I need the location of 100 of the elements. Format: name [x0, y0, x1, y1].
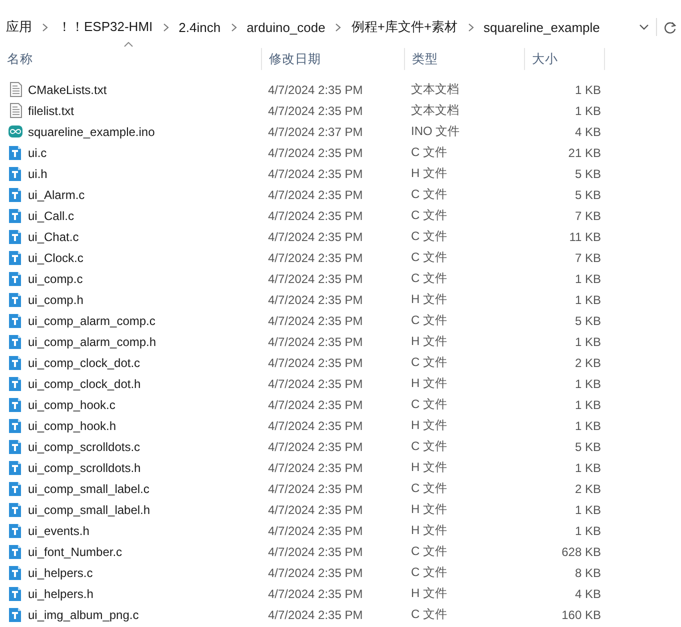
file-type: H 文件	[410, 375, 448, 392]
file-size: 7 KB	[574, 250, 601, 264]
file-name[interactable]: ui_comp_clock_dot.h	[28, 376, 141, 390]
source-file-icon	[9, 439, 22, 454]
modified-date: 4/7/2024 2:35 PM	[267, 250, 364, 264]
file-name[interactable]: ui_comp_alarm_comp.h	[28, 334, 156, 348]
column-header[interactable]: 类型	[405, 48, 525, 70]
file-name[interactable]: ui_comp_clock_dot.c	[28, 356, 140, 370]
file-size: 21 KB	[567, 146, 601, 160]
file-name[interactable]: ui_Alarm.c	[28, 188, 85, 202]
file-size: 1 KB	[574, 104, 601, 118]
source-file-icon	[9, 397, 22, 412]
dropdown-icon[interactable]	[639, 24, 649, 30]
file-size: 5 KB	[574, 188, 601, 202]
file-name[interactable]: ui_comp_scrolldots.h	[28, 460, 141, 474]
file-name[interactable]: ui_comp_small_label.h	[28, 502, 150, 516]
file-name[interactable]: ui_Chat.c	[28, 230, 79, 244]
file-name[interactable]: ui_comp.c	[28, 272, 83, 286]
modified-date: 4/7/2024 2:35 PM	[267, 566, 364, 580]
file-type: C 文件	[410, 564, 448, 581]
file-name[interactable]: ui_Clock.c	[28, 250, 84, 264]
file-size: 2 KB	[574, 356, 601, 370]
source-file-icon	[9, 607, 22, 622]
source-file-icon	[9, 166, 22, 181]
modified-date: 4/7/2024 2:35 PM	[267, 104, 364, 118]
source-file-icon	[9, 565, 22, 580]
file-size: 1 KB	[574, 398, 601, 412]
modified-date: 4/7/2024 2:35 PM	[267, 482, 364, 496]
source-file-icon	[9, 229, 22, 244]
breadcrumb-item[interactable]: ！！ESP32-HMI	[57, 18, 154, 36]
file-size: 628 KB	[560, 544, 601, 558]
modified-date: 4/7/2024 2:35 PM	[267, 146, 364, 160]
file-type: C 文件	[410, 480, 448, 497]
source-file-icon	[9, 418, 22, 433]
source-file-icon	[9, 544, 22, 559]
file-name[interactable]: ui_events.h	[28, 524, 90, 538]
file-name[interactable]: ui_img_album_png.c	[28, 608, 139, 622]
chevron-icon	[162, 22, 169, 32]
modified-date: 4/7/2024 2:35 PM	[267, 292, 364, 306]
modified-date: 4/7/2024 2:35 PM	[267, 272, 364, 286]
file-name[interactable]: ui_Call.c	[28, 208, 74, 222]
file-name[interactable]: filelist.txt	[28, 104, 74, 118]
modified-date: 4/7/2024 2:35 PM	[267, 230, 364, 244]
modified-date: 4/7/2024 2:35 PM	[267, 334, 364, 348]
modified-date: 4/7/2024 2:35 PM	[267, 356, 364, 370]
file-size: 1 KB	[574, 82, 601, 96]
column-header[interactable]: 名称	[0, 48, 262, 70]
modified-date: 4/7/2024 2:35 PM	[267, 418, 364, 432]
column-header[interactable]: 大小	[525, 48, 605, 70]
source-file-icon	[9, 376, 22, 391]
chevron-icon	[468, 22, 474, 32]
modified-date: 4/7/2024 2:35 PM	[267, 376, 364, 390]
file-type: H 文件	[410, 165, 448, 182]
file-name[interactable]: ui_comp.h	[28, 292, 84, 306]
file-type: 文本文档	[410, 81, 460, 98]
file-name[interactable]: ui_comp_hook.c	[28, 398, 116, 412]
modified-date: 4/7/2024 2:35 PM	[267, 502, 364, 516]
file-type: H 文件	[410, 585, 448, 602]
column-header[interactable]: 修改日期	[262, 48, 405, 70]
file-name[interactable]: ui.h	[28, 166, 48, 180]
file-size: 1 KB	[574, 292, 601, 306]
source-file-icon	[9, 355, 22, 370]
breadcrumb-item[interactable]: 例程+库文件+素材	[350, 18, 459, 36]
breadcrumb-item[interactable]: squareline_example	[482, 20, 601, 34]
file-size: 1 KB	[574, 418, 601, 432]
file-type: C 文件	[410, 312, 448, 329]
source-file-icon	[9, 586, 22, 601]
file-name[interactable]: ui.c	[28, 146, 47, 160]
file-name[interactable]: ui_comp_hook.h	[28, 418, 116, 432]
file-type: C 文件	[410, 354, 448, 371]
breadcrumb-item[interactable]: 应用	[5, 18, 33, 36]
refresh-icon[interactable]	[664, 20, 677, 34]
source-file-icon	[9, 271, 22, 286]
modified-date: 4/7/2024 2:35 PM	[267, 208, 364, 222]
modified-date: 4/7/2024 2:35 PM	[267, 166, 364, 180]
file-name[interactable]: ui_helpers.c	[28, 566, 93, 580]
file-type: C 文件	[410, 606, 448, 623]
modified-date: 4/7/2024 2:35 PM	[267, 398, 364, 412]
chevron-icon	[42, 22, 48, 32]
breadcrumb-item[interactable]: 2.4inch	[178, 20, 222, 34]
source-file-icon	[9, 502, 22, 517]
file-name[interactable]: squareline_example.ino	[28, 124, 155, 138]
source-file-icon	[9, 187, 22, 202]
file-type: C 文件	[410, 438, 448, 455]
source-file-icon	[9, 481, 22, 496]
file-size: 8 KB	[574, 566, 601, 580]
file-type: C 文件	[410, 249, 448, 266]
file-type: C 文件	[410, 543, 448, 560]
breadcrumb-item[interactable]: arduino_code	[246, 20, 326, 34]
file-name[interactable]: CMakeLists.txt	[28, 82, 107, 96]
source-file-icon	[9, 313, 22, 328]
file-name[interactable]: ui_font_Number.c	[28, 544, 122, 558]
source-file-icon	[9, 523, 22, 538]
file-name[interactable]: ui_comp_alarm_comp.c	[28, 314, 156, 328]
modified-date: 4/7/2024 2:35 PM	[267, 440, 364, 454]
file-name[interactable]: ui_comp_small_label.c	[28, 482, 150, 496]
file-name[interactable]: ui_helpers.h	[28, 586, 94, 600]
file-type: H 文件	[410, 291, 448, 308]
file-size: 5 KB	[574, 314, 601, 328]
file-name[interactable]: ui_comp_scrolldots.c	[28, 440, 140, 454]
